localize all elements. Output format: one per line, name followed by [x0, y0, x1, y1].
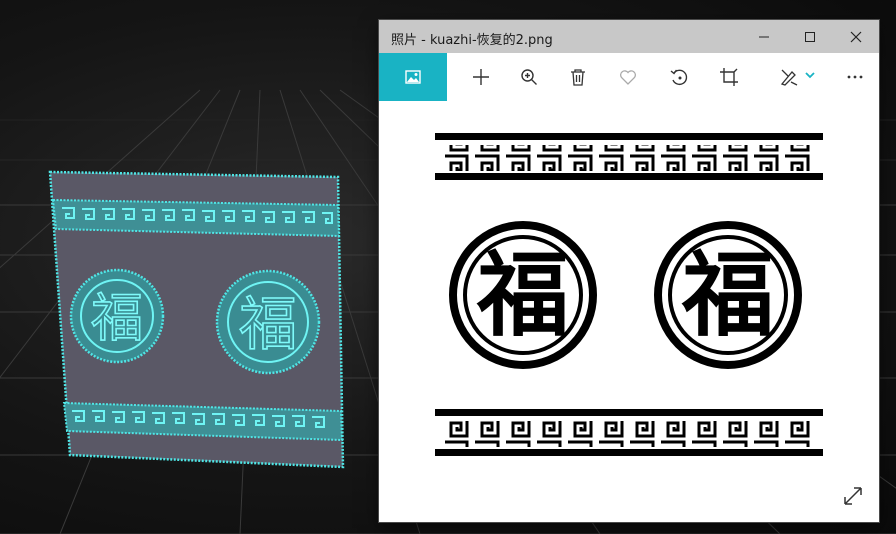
maximize-button[interactable] — [787, 20, 833, 53]
more-button[interactable] — [831, 53, 879, 101]
maximize-icon — [805, 31, 815, 42]
view-image-button[interactable] — [379, 53, 447, 101]
rotate-button[interactable] — [655, 53, 703, 101]
fu-glyph-right: 福 — [681, 242, 774, 349]
title-bar[interactable]: 照片 - kuazhi-恢复的2.png — [379, 20, 879, 53]
fu-glyph-left: 福 — [476, 242, 569, 349]
displayed-image: 福 福 — [435, 133, 823, 456]
crop-icon — [720, 68, 738, 86]
mesh-glyph-right: 福 — [239, 290, 297, 358]
toolbar — [379, 53, 879, 101]
top-border-band — [435, 133, 823, 180]
mesh-glyph-left: 福 — [91, 289, 143, 349]
draw-icon — [780, 69, 815, 86]
rotate-icon — [670, 69, 688, 86]
image-canvas[interactable]: 福 福 — [379, 101, 879, 522]
crop-button[interactable] — [705, 53, 753, 101]
add-icon — [473, 69, 489, 85]
photos-window[interactable]: 照片 - kuazhi-恢复的2.png 福 福 — [379, 20, 879, 522]
minimize-button[interactable] — [741, 20, 787, 53]
close-button[interactable] — [833, 20, 879, 53]
window-title: 照片 - kuazhi-恢复的2.png — [391, 33, 553, 48]
zoom-button[interactable] — [505, 53, 553, 101]
zoom-icon — [521, 69, 537, 85]
minimize-icon — [759, 36, 769, 37]
favorite-button[interactable] — [604, 53, 652, 101]
add-button[interactable] — [457, 53, 505, 101]
expand-icon — [844, 487, 862, 505]
favorite-icon — [620, 70, 636, 85]
draw-button[interactable] — [771, 53, 827, 101]
close-icon — [850, 31, 862, 42]
fullscreen-button[interactable] — [841, 484, 865, 508]
delete-button[interactable] — [554, 53, 602, 101]
image-icon — [405, 70, 421, 84]
more-icon — [847, 75, 863, 79]
delete-icon — [571, 69, 585, 86]
bottom-border-band — [435, 409, 823, 456]
